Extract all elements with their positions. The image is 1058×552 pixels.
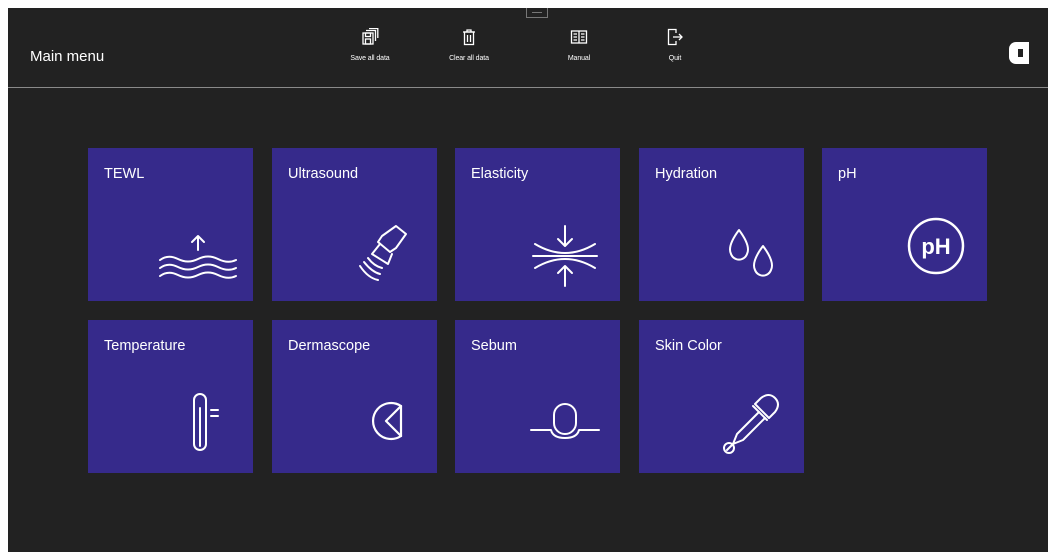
tile-label: Dermascope (288, 338, 371, 354)
tile-label: pH (838, 166, 857, 182)
compression-icon (515, 214, 615, 294)
tile-elasticity[interactable]: Elasticity (455, 148, 620, 301)
tile-temperature[interactable]: Temperature (88, 320, 253, 473)
brand-logo-icon (1009, 42, 1029, 64)
exit-icon (667, 28, 683, 46)
tile-sebum[interactable]: Sebum (455, 320, 620, 473)
ultrasound-probe-icon (332, 214, 432, 294)
tile-label: Temperature (104, 338, 186, 354)
ph-icon-text: pH (921, 234, 950, 259)
thermometer-icon (148, 386, 248, 466)
quit-label: Quit (668, 55, 682, 62)
sebum-icon (515, 386, 615, 466)
tile-label: Ultrasound (288, 166, 359, 182)
ph-icon: pH (882, 214, 982, 294)
tile-skin-color[interactable]: Skin Color (639, 320, 804, 473)
clear-all-data-label: Clear all data (449, 55, 489, 62)
app-window: Main menu Save all data Clear all data M… (8, 8, 1048, 552)
tile-label: Elasticity (471, 166, 529, 182)
tile-label: Sebum (471, 338, 517, 354)
header-bar: Main menu Save all data Clear all data M… (8, 8, 1048, 88)
save-all-data-label: Save all data (350, 55, 390, 62)
tile-label: Hydration (655, 166, 718, 182)
tile-tewl[interactable]: TEWL (88, 148, 253, 301)
trash-icon (463, 29, 475, 46)
tile-ph[interactable]: pH pH (822, 148, 987, 301)
drag-handle[interactable] (526, 8, 548, 18)
save-all-icon (362, 28, 379, 45)
water-drops-icon (699, 214, 799, 294)
evaporation-icon (148, 214, 248, 294)
tile-ultrasound[interactable]: Ultrasound (272, 148, 437, 301)
manual-label: Manual (567, 55, 591, 62)
manual-button[interactable]: Manual (539, 28, 619, 73)
eyedropper-icon (699, 386, 799, 466)
page-title: Main menu (30, 48, 105, 65)
tile-label: TEWL (104, 166, 145, 182)
quit-button[interactable]: Quit (635, 28, 715, 73)
dermascope-icon (332, 386, 432, 466)
tile-hydration[interactable]: Hydration (639, 148, 804, 301)
tile-dermascope[interactable]: Dermascope (272, 320, 437, 473)
clear-all-data-button[interactable]: Clear all data (429, 28, 509, 73)
save-all-data-button[interactable]: Save all data (330, 28, 410, 73)
book-icon (570, 30, 588, 44)
tile-label: Skin Color (655, 338, 722, 354)
